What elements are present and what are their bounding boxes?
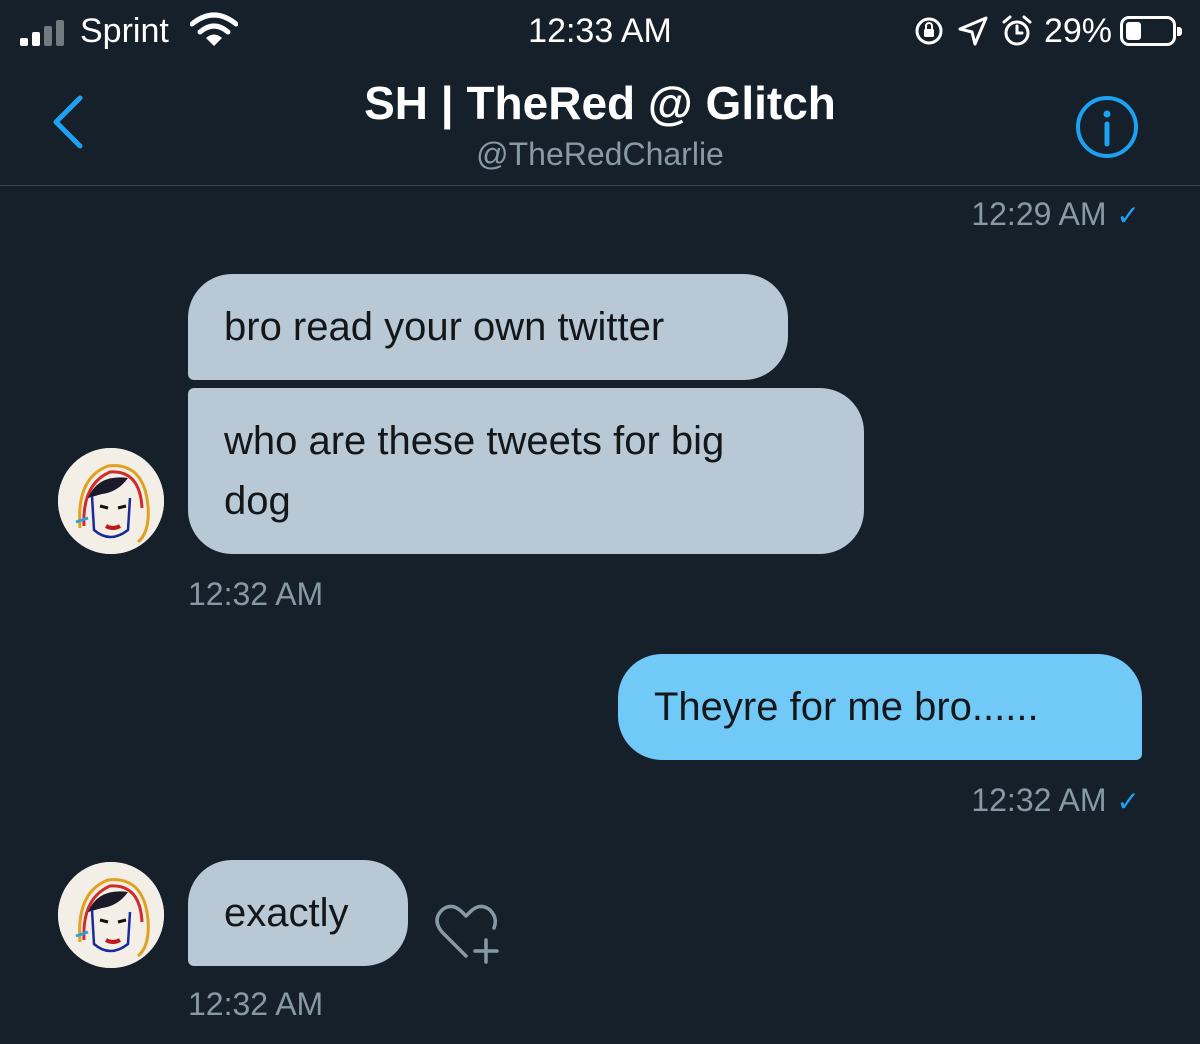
status-right-icons: 29% (912, 10, 1182, 52)
location-arrow-icon (958, 16, 988, 46)
dm-conversation-screen: Sprint 12:33 AM 29% SH | TheRed @ Glitch… (0, 0, 1200, 1044)
message-timestamp: 12:32 AM (188, 986, 324, 1022)
battery-icon (1120, 16, 1182, 46)
status-bar: Sprint 12:33 AM 29% (0, 0, 1200, 62)
message-text: exactly (224, 891, 349, 935)
orientation-lock-icon (915, 17, 943, 45)
battery-nub (1177, 27, 1182, 36)
conversation-handle[interactable]: @TheRedCharlie (0, 136, 1200, 173)
battery-percent: 29% (1043, 11, 1112, 50)
message-timestamp: 12:32 AM ✓ (971, 782, 1140, 819)
read-check-icon: ✓ (1116, 786, 1140, 817)
message-timestamp: 12:29 AM ✓ (971, 196, 1140, 233)
message-text-line: dog (224, 479, 291, 523)
message-timestamp: 12:32 AM (188, 576, 324, 612)
message-text: bro read your own twitter (224, 305, 665, 349)
message-text: Theyre for me bro...... (654, 685, 1039, 729)
received-message-bubble[interactable]: bro read your own twitter (188, 274, 788, 380)
message-text-line: who are these tweets for big (224, 419, 725, 463)
received-message-bubble[interactable]: who are these tweets for big dog (188, 388, 864, 554)
avatar-drawing (58, 862, 164, 968)
received-message-bubble[interactable]: exactly (188, 860, 408, 966)
timestamp-text: 12:29 AM (971, 196, 1107, 232)
conversation-header: SH | TheRed @ Glitch @TheRedCharlie (0, 62, 1200, 186)
avatar-drawing (58, 448, 164, 554)
alarm-icon (1002, 15, 1032, 46)
avatar[interactable] (58, 448, 164, 554)
read-check-icon: ✓ (1116, 200, 1140, 231)
battery-fill (1126, 22, 1141, 40)
info-icon[interactable] (1074, 94, 1140, 160)
avatar[interactable] (58, 862, 164, 968)
heart-add-icon[interactable] (430, 900, 502, 966)
sent-message-bubble[interactable]: Theyre for me bro...... (618, 654, 1142, 760)
timestamp-text: 12:32 AM (971, 782, 1107, 818)
conversation-title[interactable]: SH | TheRed @ Glitch (0, 76, 1200, 130)
